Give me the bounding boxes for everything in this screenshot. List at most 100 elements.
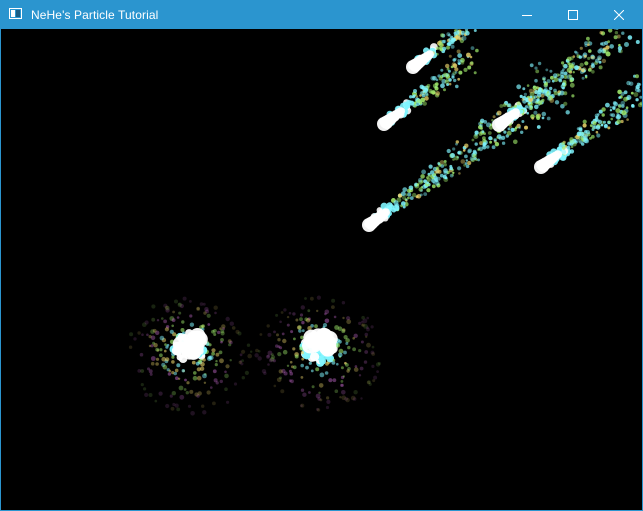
particle — [211, 348, 216, 353]
particle — [473, 71, 477, 75]
particle — [155, 347, 160, 352]
particle — [506, 130, 512, 136]
particle — [425, 50, 434, 59]
particle — [210, 386, 213, 389]
particle — [189, 300, 192, 303]
particle — [317, 397, 321, 401]
particle — [266, 324, 270, 328]
particle — [286, 315, 290, 319]
particle — [341, 329, 346, 334]
particle — [310, 352, 320, 362]
particle — [224, 370, 227, 374]
particle — [164, 349, 167, 353]
particle — [416, 183, 420, 186]
particle — [626, 96, 630, 100]
particle — [352, 397, 357, 401]
particle — [189, 314, 193, 318]
particle — [165, 345, 169, 349]
particle — [159, 335, 165, 341]
particle — [618, 104, 622, 109]
particle — [244, 370, 249, 375]
particle — [139, 352, 144, 357]
particle — [561, 141, 566, 146]
particle — [443, 160, 447, 163]
particle — [133, 337, 137, 341]
particle — [239, 353, 243, 357]
maximize-button[interactable] — [550, 1, 596, 29]
particle — [308, 391, 311, 394]
particle — [587, 56, 591, 60]
particle — [184, 378, 187, 382]
particle — [164, 343, 167, 346]
particle — [579, 62, 584, 67]
particle — [304, 297, 307, 300]
particle — [609, 109, 613, 112]
particle — [470, 61, 474, 65]
particle — [219, 358, 224, 364]
particle — [277, 345, 281, 349]
particle — [286, 364, 290, 367]
particle — [583, 54, 587, 58]
particle — [637, 88, 641, 93]
particle — [426, 188, 431, 193]
close-button[interactable] — [596, 1, 642, 29]
particle — [541, 111, 547, 117]
particle — [364, 332, 369, 337]
particle — [325, 405, 330, 410]
particle — [217, 330, 221, 335]
particle — [443, 163, 447, 167]
particle — [541, 116, 545, 120]
particle — [155, 362, 159, 366]
particle — [637, 102, 642, 108]
particle — [381, 208, 390, 217]
particle — [608, 29, 613, 33]
title-bar[interactable]: NeHe's Particle Tutorial — [1, 1, 642, 29]
particle — [455, 35, 459, 39]
particle — [464, 162, 468, 165]
particle — [360, 397, 363, 400]
particle — [532, 98, 538, 104]
particle — [183, 388, 187, 391]
particle — [627, 35, 633, 40]
particle — [326, 399, 331, 404]
particle — [493, 138, 497, 142]
particle — [273, 330, 276, 334]
particle — [587, 43, 590, 46]
particle — [176, 316, 180, 319]
particle — [161, 356, 166, 362]
window-app-icon[interactable] — [9, 8, 22, 19]
maximize-icon — [568, 10, 578, 20]
particle — [148, 393, 153, 397]
particle — [440, 33, 445, 38]
particle — [215, 352, 220, 357]
particle — [444, 176, 448, 180]
particle — [516, 84, 522, 90]
particle-canvas[interactable] — [1, 29, 642, 510]
particle — [202, 358, 206, 362]
particle — [174, 403, 179, 408]
particle — [175, 376, 179, 381]
particle — [178, 385, 184, 391]
particle — [438, 42, 444, 47]
particle — [353, 390, 358, 395]
particle — [177, 377, 181, 380]
particle — [307, 309, 311, 313]
particle — [267, 363, 270, 366]
particle — [574, 65, 579, 71]
particle — [520, 130, 524, 134]
particle — [568, 74, 573, 79]
particle — [473, 29, 477, 32]
particle — [202, 410, 207, 415]
particle — [531, 116, 535, 120]
particle — [563, 91, 568, 96]
particle — [612, 106, 616, 111]
particle — [562, 146, 566, 150]
particle — [202, 373, 207, 379]
minimize-button[interactable] — [504, 1, 550, 29]
particle — [513, 105, 516, 108]
particle — [471, 138, 475, 142]
particle — [549, 69, 553, 73]
particle — [352, 337, 356, 340]
particle — [589, 124, 593, 127]
particle — [202, 302, 206, 306]
